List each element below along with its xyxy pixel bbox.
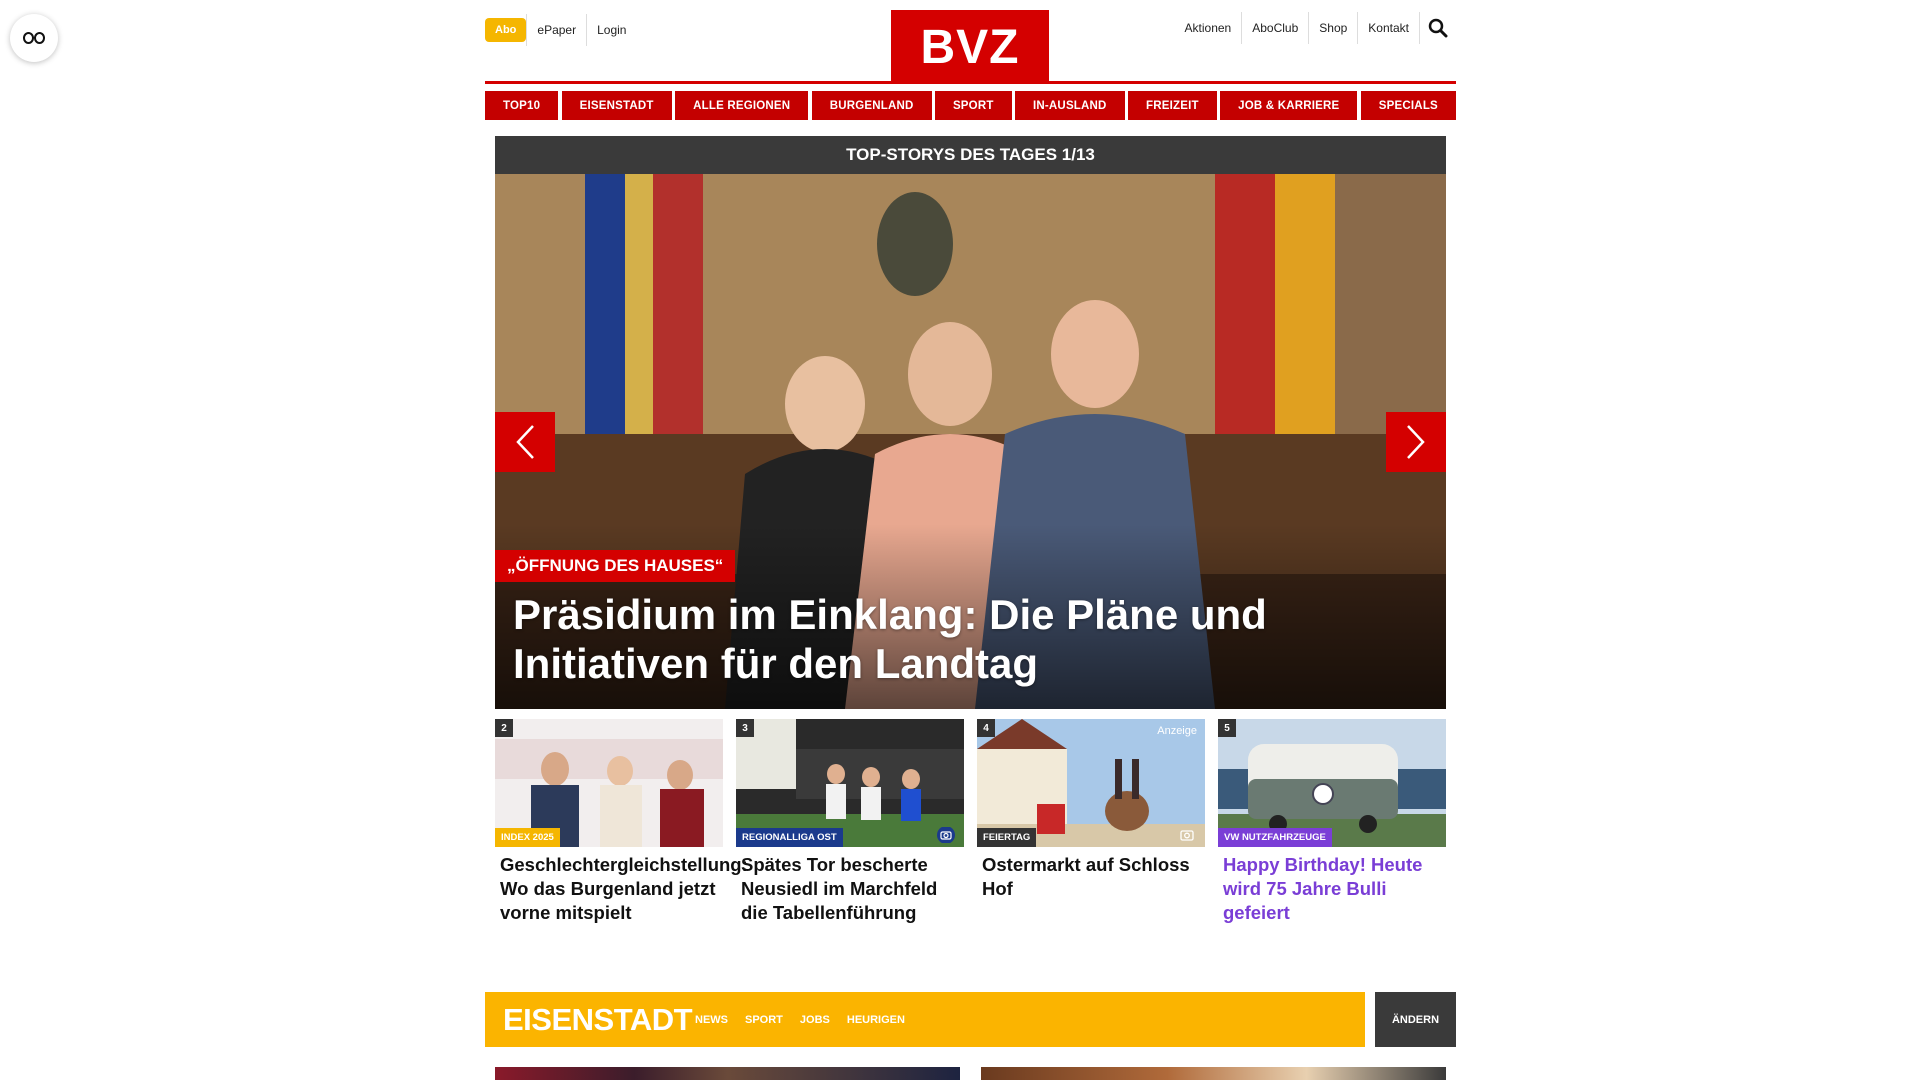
nav-in-ausland[interactable]: IN-AUSLAND <box>1015 91 1125 120</box>
header-right: Aktionen AboClub Shop Kontakt <box>1175 12 1456 44</box>
bvz-logo[interactable]: BVZ <box>891 10 1049 84</box>
teaser-card[interactable]: 5 VW NUTZFAHRZEUGE Happy Birthday! Heute… <box>1218 719 1446 925</box>
nav-freizeit[interactable]: FREIZEIT <box>1128 91 1217 120</box>
aktionen-link[interactable]: Aktionen <box>1175 12 1243 44</box>
reader-mode-icon <box>23 32 45 44</box>
chevron-right-icon <box>1407 425 1425 459</box>
chevron-left-icon <box>516 425 534 459</box>
page-container: Abo ePaper Login BVZ Aktionen AboClub Sh… <box>485 0 1456 1080</box>
teaser-card[interactable]: 4 Anzeige FEIERTAG Ostermarkt auf Schlos… <box>977 719 1205 925</box>
teaser-tag: FEIERTAG <box>977 828 1037 847</box>
teaser-thumbnail: 5 VW NUTZFAHRZEUGE <box>1218 719 1446 847</box>
section-link-jobs[interactable]: JOBS <box>800 1014 830 1026</box>
shop-link[interactable]: Shop <box>1309 12 1359 44</box>
main-nav: TOP10 EISENSTADT ALLE REGIONEN BURGENLAN… <box>485 91 1456 120</box>
nav-top10[interactable]: TOP10 <box>485 91 559 120</box>
header-left: Abo ePaper Login <box>485 14 636 46</box>
section-link-heurigen[interactable]: HEURIGEN <box>847 1014 905 1026</box>
teaser-title[interactable]: Happy Birthday! Heute wird 75 Jahre Bull… <box>1218 847 1446 925</box>
nav-job-karriere[interactable]: JOB & KARRIERE <box>1220 91 1358 120</box>
section-title[interactable]: EISENSTADT <box>485 1002 695 1038</box>
section-teaser-image[interactable] <box>981 1067 1446 1080</box>
hero-kicker: „ÖFFNUNG DES HAUSES“ <box>495 550 736 582</box>
camera-icon <box>937 827 955 843</box>
teaser-thumbnail: 3 REGIONALLIGA OST <box>736 719 964 847</box>
slider-next-button[interactable] <box>1386 412 1446 472</box>
nav-burgenland[interactable]: BURGENLAND <box>811 91 932 120</box>
teaser-number: 4 <box>977 719 995 737</box>
teaser-number: 2 <box>495 719 513 737</box>
section-teaser-image[interactable] <box>495 1067 960 1080</box>
teaser-thumbnail: 2 INDEX 2025 <box>495 719 723 847</box>
section-link-news[interactable]: NEWS <box>695 1014 728 1026</box>
teaser-title[interactable]: Ostermarkt auf Schloss Hof <box>977 847 1205 901</box>
nav-sport[interactable]: SPORT <box>934 91 1012 120</box>
nav-specials[interactable]: SPECIALS <box>1360 91 1456 120</box>
top-stories-bar: TOP-STORYS DES TAGES 1/13 <box>495 136 1446 174</box>
section-link-sport[interactable]: SPORT <box>745 1014 783 1026</box>
reader-mode-button[interactable] <box>10 14 58 62</box>
site-header: Abo ePaper Login BVZ Aktionen AboClub Sh… <box>485 0 1456 84</box>
teaser-title[interactable]: Spätes Tor bescherte Neusiedl im Marchfe… <box>736 847 964 925</box>
nav-alle-regionen[interactable]: ALLE REGIONEN <box>675 91 809 120</box>
epaper-link[interactable]: ePaper <box>526 14 586 46</box>
search-button[interactable] <box>1420 12 1456 44</box>
aboclub-link[interactable]: AboClub <box>1242 12 1310 44</box>
region-section-bar: EISENSTADT NEWS SPORT JOBS HEURIGEN <box>485 992 1365 1047</box>
teaser-number: 5 <box>1218 719 1236 737</box>
hero-headline[interactable]: Präsidium im Einklang: Die Pläne und Ini… <box>513 590 1393 688</box>
teaser-thumbnail: 4 Anzeige FEIERTAG <box>977 719 1205 847</box>
slider-prev-button[interactable] <box>495 412 555 472</box>
teaser-tag: REGIONALLIGA OST <box>736 828 843 847</box>
abo-button[interactable]: Abo <box>485 18 527 42</box>
change-region-button[interactable]: ÄNDERN <box>1375 992 1456 1047</box>
teaser-row: 2 INDEX 2025 Geschlechtergleichstellung:… <box>495 719 1446 925</box>
hero-slider[interactable]: „ÖFFNUNG DES HAUSES“ Präsidium im Einkla… <box>495 174 1446 709</box>
teaser-tag: VW NUTZFAHRZEUGE <box>1218 828 1332 847</box>
search-icon <box>1428 18 1448 38</box>
camera-icon <box>1180 830 1194 841</box>
login-link[interactable]: Login <box>586 14 636 46</box>
teaser-number: 3 <box>736 719 754 737</box>
kontakt-link[interactable]: Kontakt <box>1358 12 1420 44</box>
nav-eisenstadt[interactable]: EISENSTADT <box>561 91 672 120</box>
teaser-title[interactable]: Geschlechtergleichstellung: Wo das Burge… <box>495 847 748 925</box>
teaser-card[interactable]: 3 REGIONALLIGA OST Spätes Tor bescherte … <box>736 719 964 925</box>
teaser-tag: INDEX 2025 <box>495 828 560 847</box>
teaser-card[interactable]: 2 INDEX 2025 Geschlechtergleichstellung:… <box>495 719 748 925</box>
ad-label: Anzeige <box>1157 725 1197 737</box>
